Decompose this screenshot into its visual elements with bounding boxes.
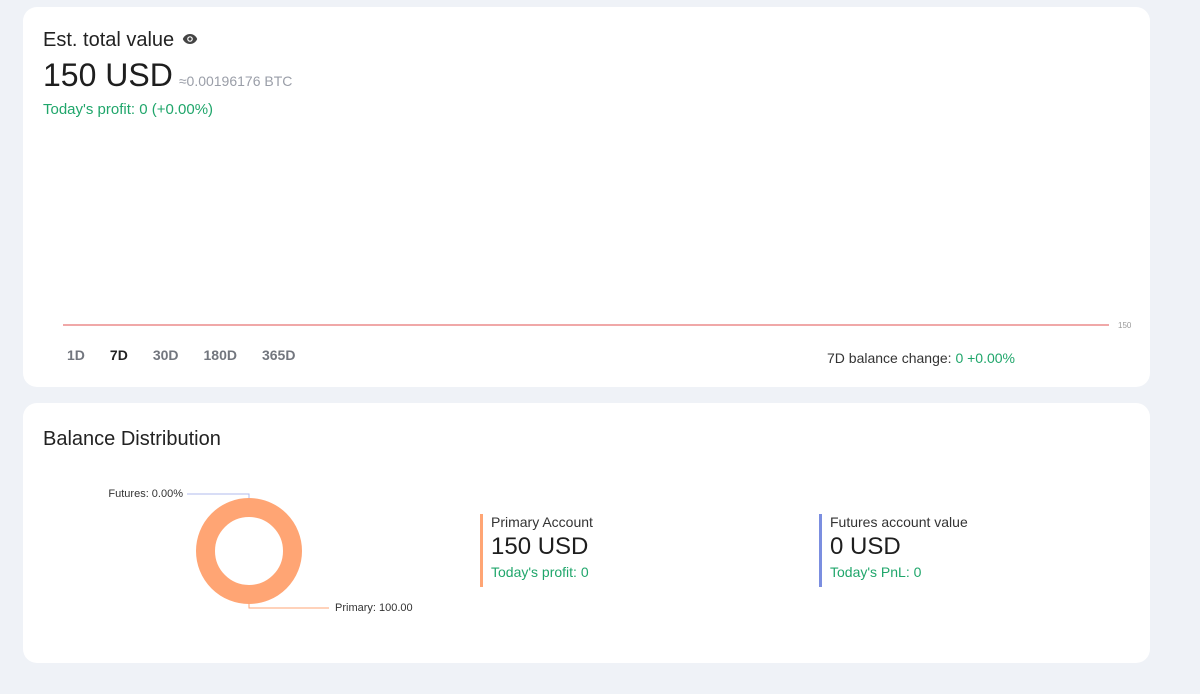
futures-account-pnl: Today's PnL: 0 bbox=[830, 564, 922, 580]
distribution-donut: Primary: 100.00% Futures: 0.00% bbox=[108, 488, 413, 614]
balance-distribution-card: Balance Distribution Primary: 100.00% Fut… bbox=[23, 403, 1150, 663]
range-180d[interactable]: 180D bbox=[200, 347, 241, 363]
primary-account-label: Primary Account bbox=[491, 514, 593, 530]
donut-label-primary: Primary: 100.00% bbox=[335, 602, 413, 614]
futures-account-value: 0 USD bbox=[830, 533, 901, 560]
distribution-title: Balance Distribution bbox=[43, 428, 221, 450]
total-value-card: Est. total value 150 USD ≈0.00196176 BTC… bbox=[23, 7, 1150, 387]
futures-leader-line bbox=[187, 493, 250, 498]
total-value-btc: ≈0.00196176 BTC bbox=[178, 73, 293, 89]
range-7d[interactable]: 7D bbox=[106, 347, 132, 363]
range-365d[interactable]: 365D bbox=[258, 347, 299, 363]
total-value-title: Est. total value bbox=[43, 29, 175, 51]
balance-change-value: 0 +0.00% bbox=[955, 350, 1015, 366]
y-tick-label: 150 bbox=[1118, 321, 1132, 330]
primary-leader-line bbox=[248, 604, 329, 609]
futures-account-bar bbox=[819, 514, 822, 587]
total-value-row: 150 USD ≈0.00196176 BTC bbox=[43, 57, 292, 94]
primary-account-value: 150 USD bbox=[491, 533, 589, 560]
range-1d[interactable]: 1D bbox=[63, 347, 89, 363]
donut-slice-primary bbox=[196, 498, 302, 604]
futures-account: Futures account value 0 USD Today's PnL:… bbox=[819, 514, 968, 587]
today-profit: Today's profit: 0 (+0.00%) bbox=[43, 101, 214, 118]
futures-account-label: Futures account value bbox=[830, 514, 968, 530]
primary-account-profit: Today's profit: 0 bbox=[491, 564, 589, 580]
range-30d[interactable]: 30D bbox=[149, 347, 183, 363]
eye-icon[interactable] bbox=[182, 32, 198, 44]
balance-change-label: 7D balance change: bbox=[827, 350, 952, 366]
range-selector: 1D 7D 30D 180D 365D bbox=[63, 347, 299, 363]
primary-account: Primary Account 150 USD Today's profit: … bbox=[480, 514, 593, 587]
total-value-header: Est. total value bbox=[43, 29, 198, 52]
donut-label-futures: Futures: 0.00% bbox=[108, 488, 183, 500]
total-value-amount: 150 USD bbox=[43, 57, 173, 93]
balance-chart: 150 bbox=[63, 321, 1132, 330]
balance-change: 7D balance change: 0 +0.00% bbox=[827, 350, 1015, 366]
primary-account-bar bbox=[480, 514, 483, 587]
